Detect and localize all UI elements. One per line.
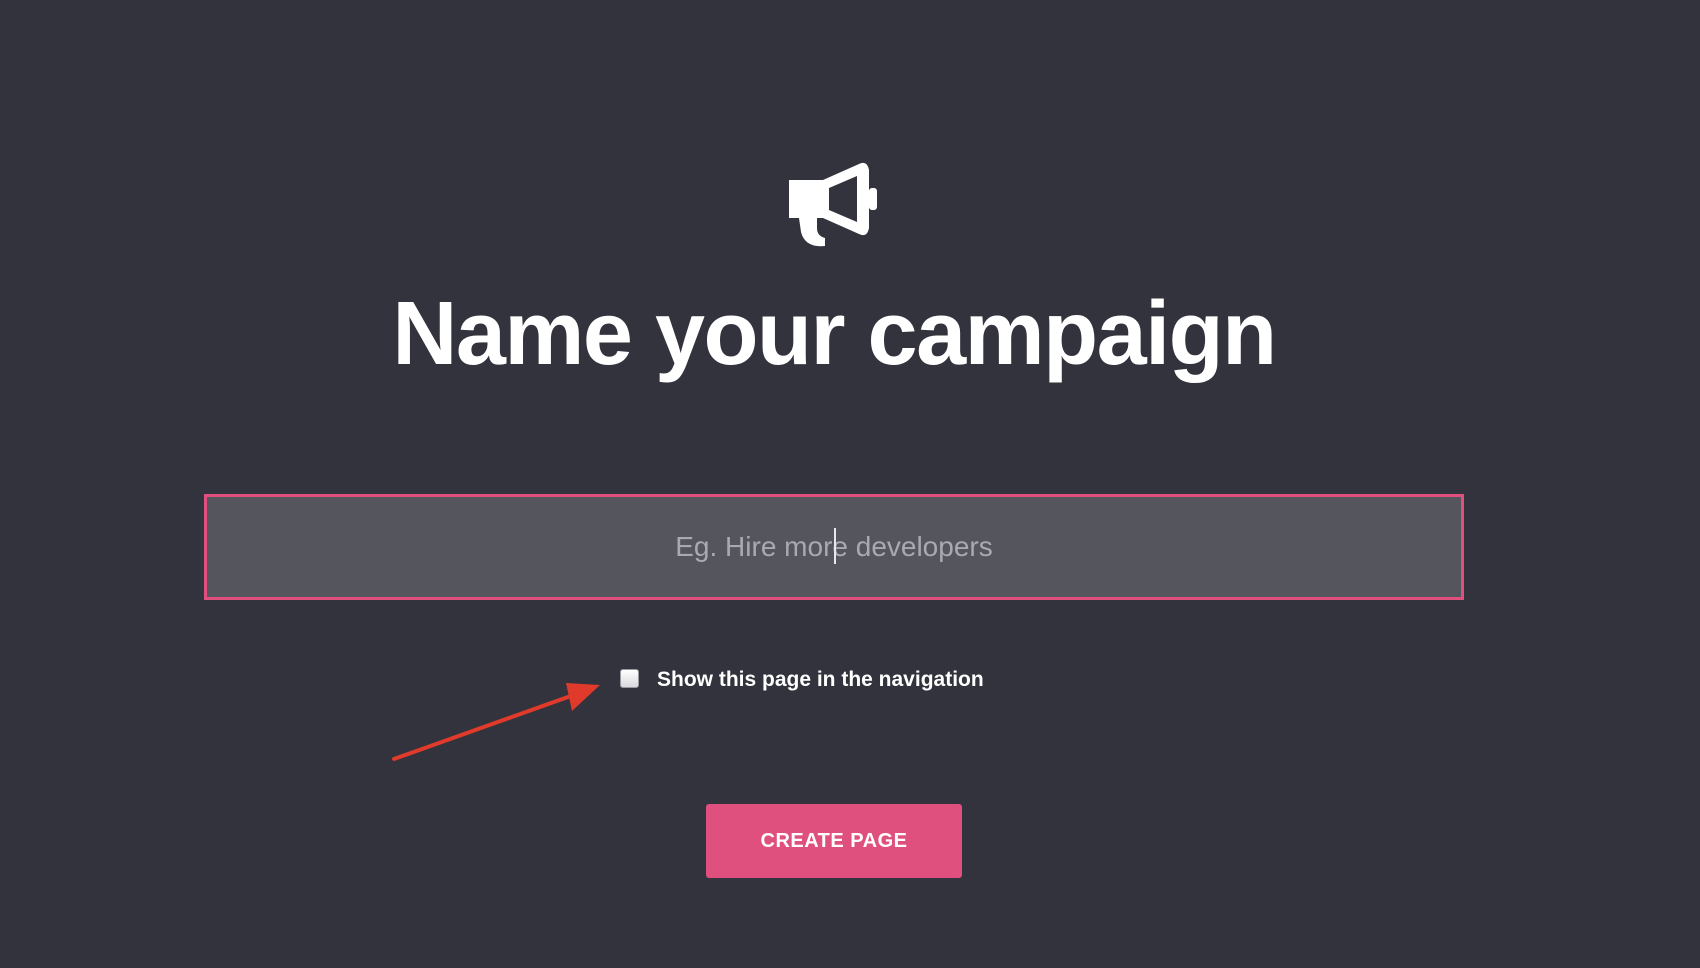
megaphone-icon [783, 158, 883, 250]
page-title: Name your campaign [392, 284, 1277, 384]
show-in-navigation-checkbox[interactable] [620, 669, 639, 688]
create-page-button[interactable]: CREATE PAGE [706, 804, 962, 878]
create-campaign-page: Name your campaign Show this page in the… [0, 0, 1700, 968]
show-in-navigation-label[interactable]: Show this page in the navigation [657, 666, 984, 694]
text-caret [834, 528, 836, 564]
